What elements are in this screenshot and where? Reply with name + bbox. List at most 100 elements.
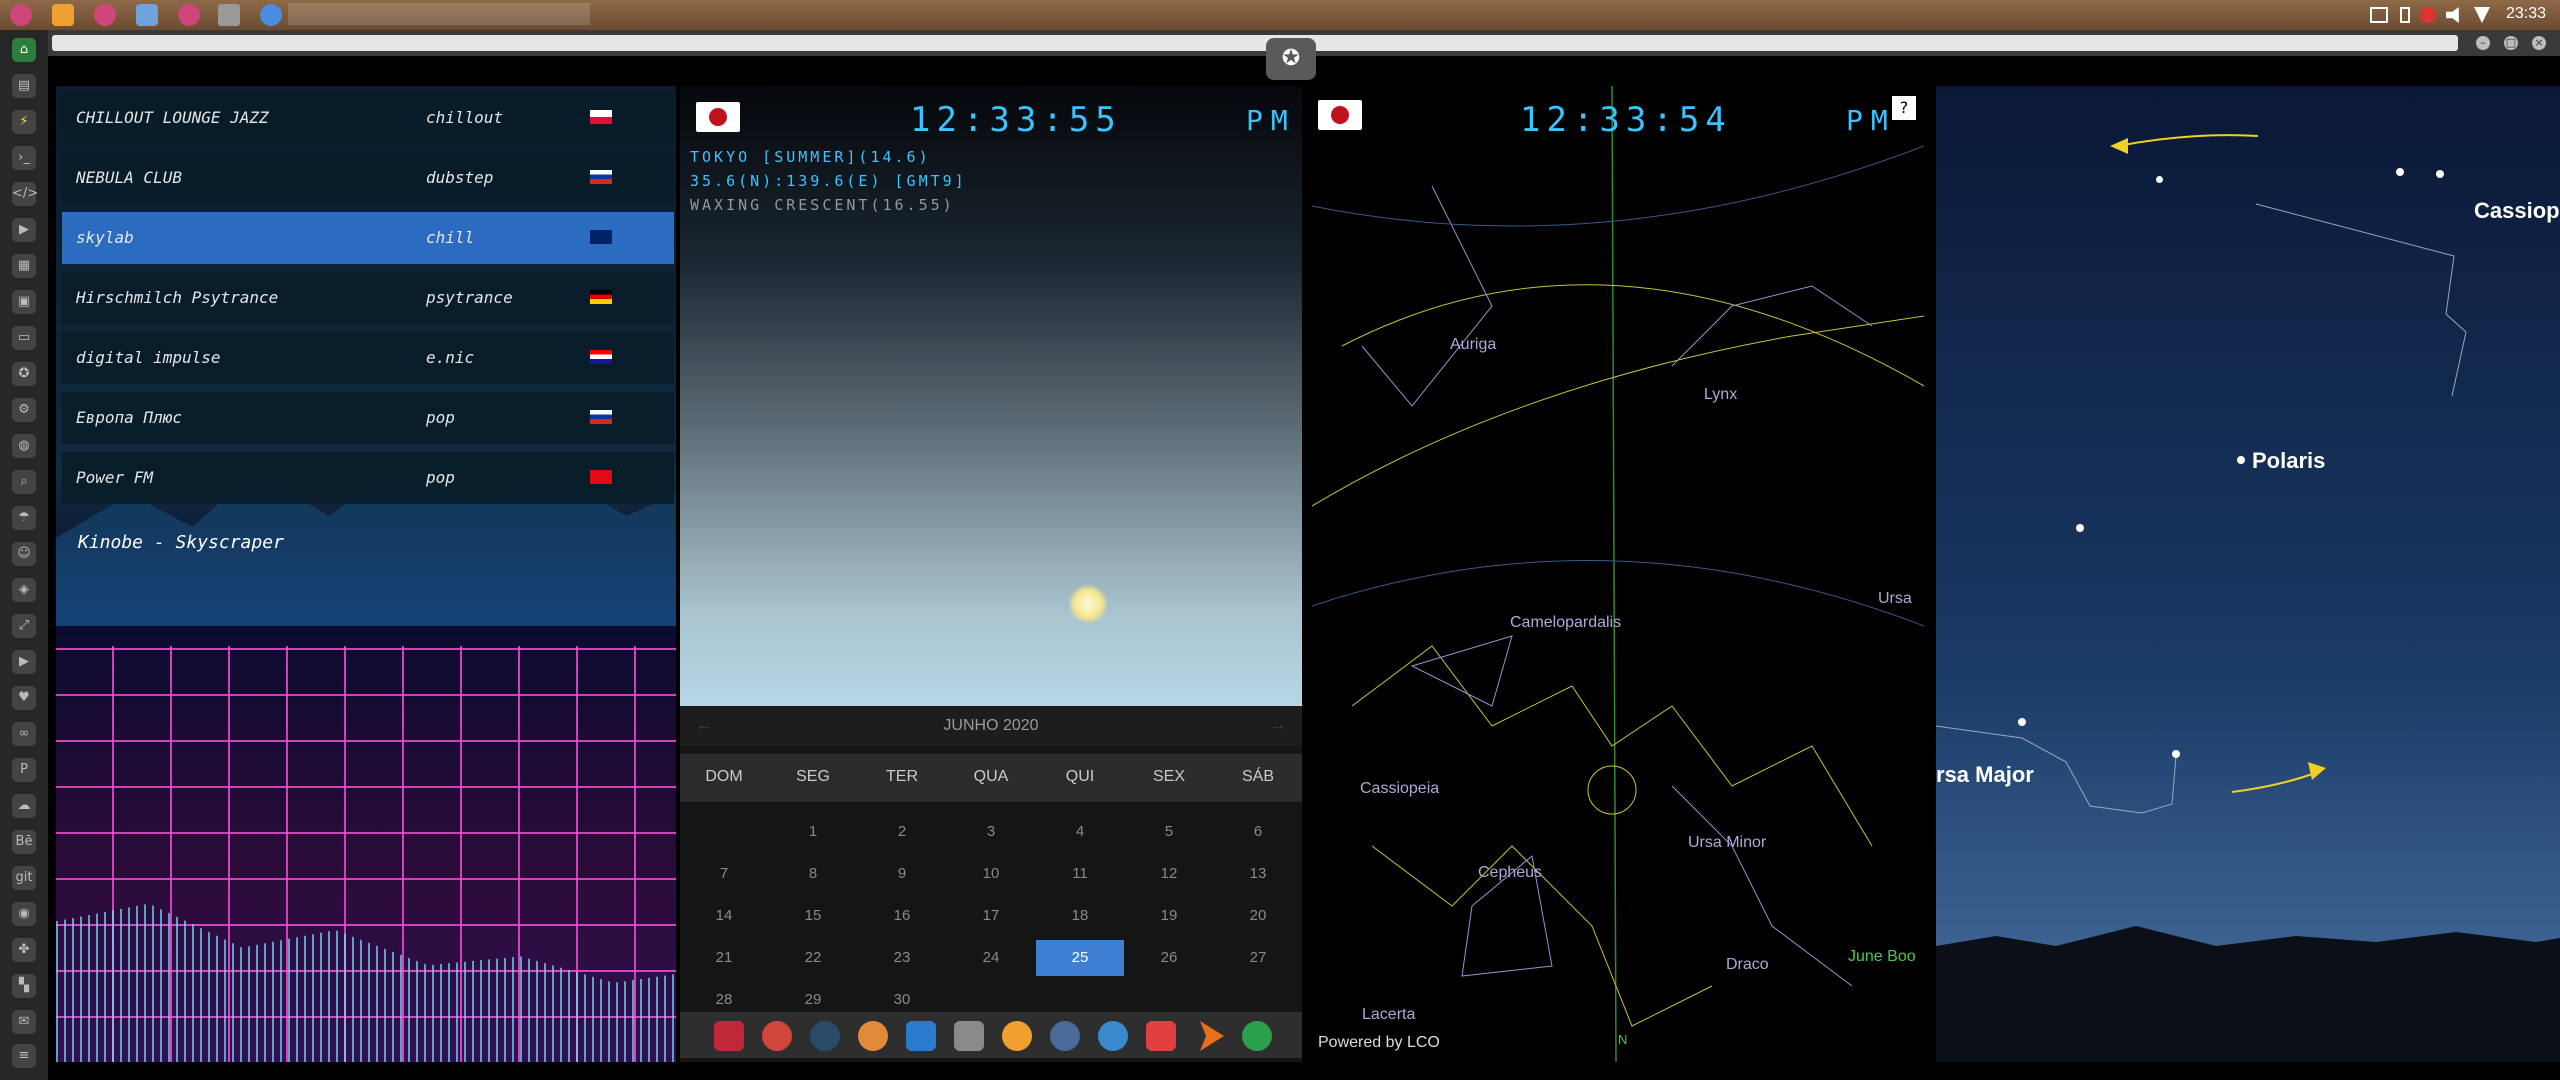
- sublime-icon[interactable]: [52, 4, 74, 26]
- calendar-day[interactable]: 19: [1125, 898, 1213, 934]
- calendar-day[interactable]: 12: [1125, 856, 1213, 892]
- japan-flag-icon[interactable]: [1318, 100, 1362, 130]
- heart-icon[interactable]: ♥: [12, 686, 36, 710]
- rebel-app-icon-2[interactable]: [178, 4, 200, 26]
- tray-clock[interactable]: 23:33: [2506, 5, 2546, 23]
- calendar-day-today[interactable]: 25: [1036, 940, 1124, 976]
- mail-icon[interactable]: ✉: [12, 1010, 36, 1034]
- calendar-day[interactable]: 8: [769, 856, 857, 892]
- station-row[interactable]: Hirschmilch Psytrance psytrance: [62, 272, 674, 324]
- close-icon[interactable]: ×: [2532, 36, 2546, 50]
- calendar-day[interactable]: 26: [1125, 940, 1213, 976]
- day-name: SÁB: [1241, 768, 1274, 785]
- prev-month-icon[interactable]: ←: [696, 706, 712, 746]
- dock-photos-icon[interactable]: [858, 1021, 888, 1051]
- maximize-icon[interactable]: □: [2504, 36, 2518, 50]
- contact-icon[interactable]: ☺: [12, 542, 36, 566]
- japan-flag-icon[interactable]: [696, 102, 740, 132]
- folder-icon[interactable]: [136, 4, 158, 26]
- calendar-day[interactable]: 21: [680, 940, 768, 976]
- volume-icon[interactable]: [2446, 7, 2459, 23]
- bug-icon[interactable]: [2420, 7, 2436, 23]
- github-icon[interactable]: ◉: [12, 902, 36, 926]
- rebel-sidebar-icon[interactable]: ✪: [12, 362, 36, 386]
- dock-app-icon[interactable]: [714, 1021, 744, 1051]
- pinterest-icon[interactable]: P: [12, 758, 36, 782]
- umbrella-icon[interactable]: ☂: [12, 506, 36, 530]
- dock-web-icon[interactable]: [1098, 1021, 1128, 1051]
- dock-hourglass-icon[interactable]: [762, 1021, 792, 1051]
- calendar-day[interactable]: 4: [1036, 814, 1124, 850]
- globe-icon[interactable]: ◍: [12, 434, 36, 458]
- dock-yandex-icon[interactable]: [1242, 1021, 1272, 1051]
- station-row[interactable]: NEBULA CLUB dubstep: [62, 152, 674, 204]
- document-icon[interactable]: ▤: [12, 74, 36, 98]
- rebel-logo-icon[interactable]: ✪: [1266, 38, 1316, 80]
- wifi-icon[interactable]: [2474, 7, 2490, 23]
- dock-arrow-icon[interactable]: [1200, 1021, 1224, 1051]
- station-row-selected[interactable]: skylab chill: [62, 212, 674, 264]
- calendar-day[interactable]: 20: [1214, 898, 1302, 934]
- image-tray-icon[interactable]: [2370, 7, 2388, 23]
- station-row[interactable]: digital impulse e.nic: [62, 332, 674, 384]
- station-row[interactable]: CHILLOUT LOUNGE JAZZ chillout: [62, 92, 674, 144]
- calendar-day[interactable]: 15: [769, 898, 857, 934]
- address-bar[interactable]: [52, 35, 2458, 51]
- app-launcher-icon[interactable]: [10, 4, 32, 26]
- home-icon[interactable]: ⌂: [12, 38, 36, 62]
- calendar-day[interactable]: 7: [680, 856, 768, 892]
- calendar-day[interactable]: 10: [947, 856, 1035, 892]
- terminal-icon[interactable]: ›_: [12, 146, 36, 170]
- calendar-day[interactable]: 1: [769, 814, 857, 850]
- calendar-day[interactable]: 24: [947, 940, 1035, 976]
- calendar-day[interactable]: 16: [858, 898, 946, 934]
- chrome-icon[interactable]: [260, 4, 282, 26]
- taskbar-window[interactable]: [288, 3, 590, 25]
- image-icon[interactable]: ▣: [12, 290, 36, 314]
- dock-translate-icon[interactable]: [906, 1021, 936, 1051]
- calendar-day[interactable]: 2: [858, 814, 946, 850]
- list-icon[interactable]: ≡: [12, 1044, 36, 1068]
- calendar-day[interactable]: 13: [1214, 856, 1302, 892]
- play-icon[interactable]: ▶: [12, 218, 36, 242]
- calendar-day[interactable]: 6: [1214, 814, 1302, 850]
- behance-icon[interactable]: Bē: [12, 830, 36, 854]
- calendar-day[interactable]: 3: [947, 814, 1035, 850]
- git-icon[interactable]: git: [12, 866, 36, 890]
- gear-icon[interactable]: ⚙: [12, 398, 36, 422]
- code-icon[interactable]: </>: [12, 182, 38, 206]
- expand-icon[interactable]: ⤢: [12, 614, 36, 638]
- dock-news-icon[interactable]: [954, 1021, 984, 1051]
- card-icon[interactable]: ▭: [12, 326, 36, 350]
- next-month-icon[interactable]: →: [1270, 706, 1286, 746]
- bluetooth-icon[interactable]: [2400, 7, 2410, 23]
- film-icon[interactable]: ▦: [12, 254, 36, 278]
- station-row[interactable]: Power FM pop: [62, 452, 674, 504]
- calendar-day[interactable]: 22: [769, 940, 857, 976]
- window-icon[interactable]: [218, 4, 240, 26]
- dock-calendar-icon[interactable]: [1146, 1021, 1176, 1051]
- calendar-day[interactable]: 5: [1125, 814, 1213, 850]
- calendar-day[interactable]: 11: [1036, 856, 1124, 892]
- calendar-day[interactable]: 23: [858, 940, 946, 976]
- lastfm-icon[interactable]: ∞: [12, 722, 36, 746]
- calendar-day[interactable]: 27: [1214, 940, 1302, 976]
- dock-globe-icon[interactable]: [810, 1021, 840, 1051]
- gamepad-icon[interactable]: ✤: [12, 938, 36, 962]
- calendar-day[interactable]: 18: [1036, 898, 1124, 934]
- rebel-app-icon[interactable]: [94, 4, 116, 26]
- minimize-icon[interactable]: –: [2476, 36, 2490, 50]
- cloud-icon[interactable]: ☁: [12, 794, 36, 818]
- calendar-day[interactable]: 17: [947, 898, 1035, 934]
- youtube-icon[interactable]: ▶: [12, 650, 36, 674]
- map-icon[interactable]: ▚: [12, 974, 36, 998]
- search-icon[interactable]: ⌕: [12, 470, 36, 494]
- help-button[interactable]: ?: [1892, 96, 1916, 120]
- dock-clock-icon[interactable]: [1050, 1021, 1080, 1051]
- calendar-day[interactable]: 9: [858, 856, 946, 892]
- station-row[interactable]: Европа Плюс pop: [62, 392, 674, 444]
- dock-search-icon[interactable]: [1002, 1021, 1032, 1051]
- bolt-icon[interactable]: ⚡: [12, 110, 36, 134]
- calendar-day[interactable]: 14: [680, 898, 768, 934]
- tag-icon[interactable]: ◈: [12, 578, 36, 602]
